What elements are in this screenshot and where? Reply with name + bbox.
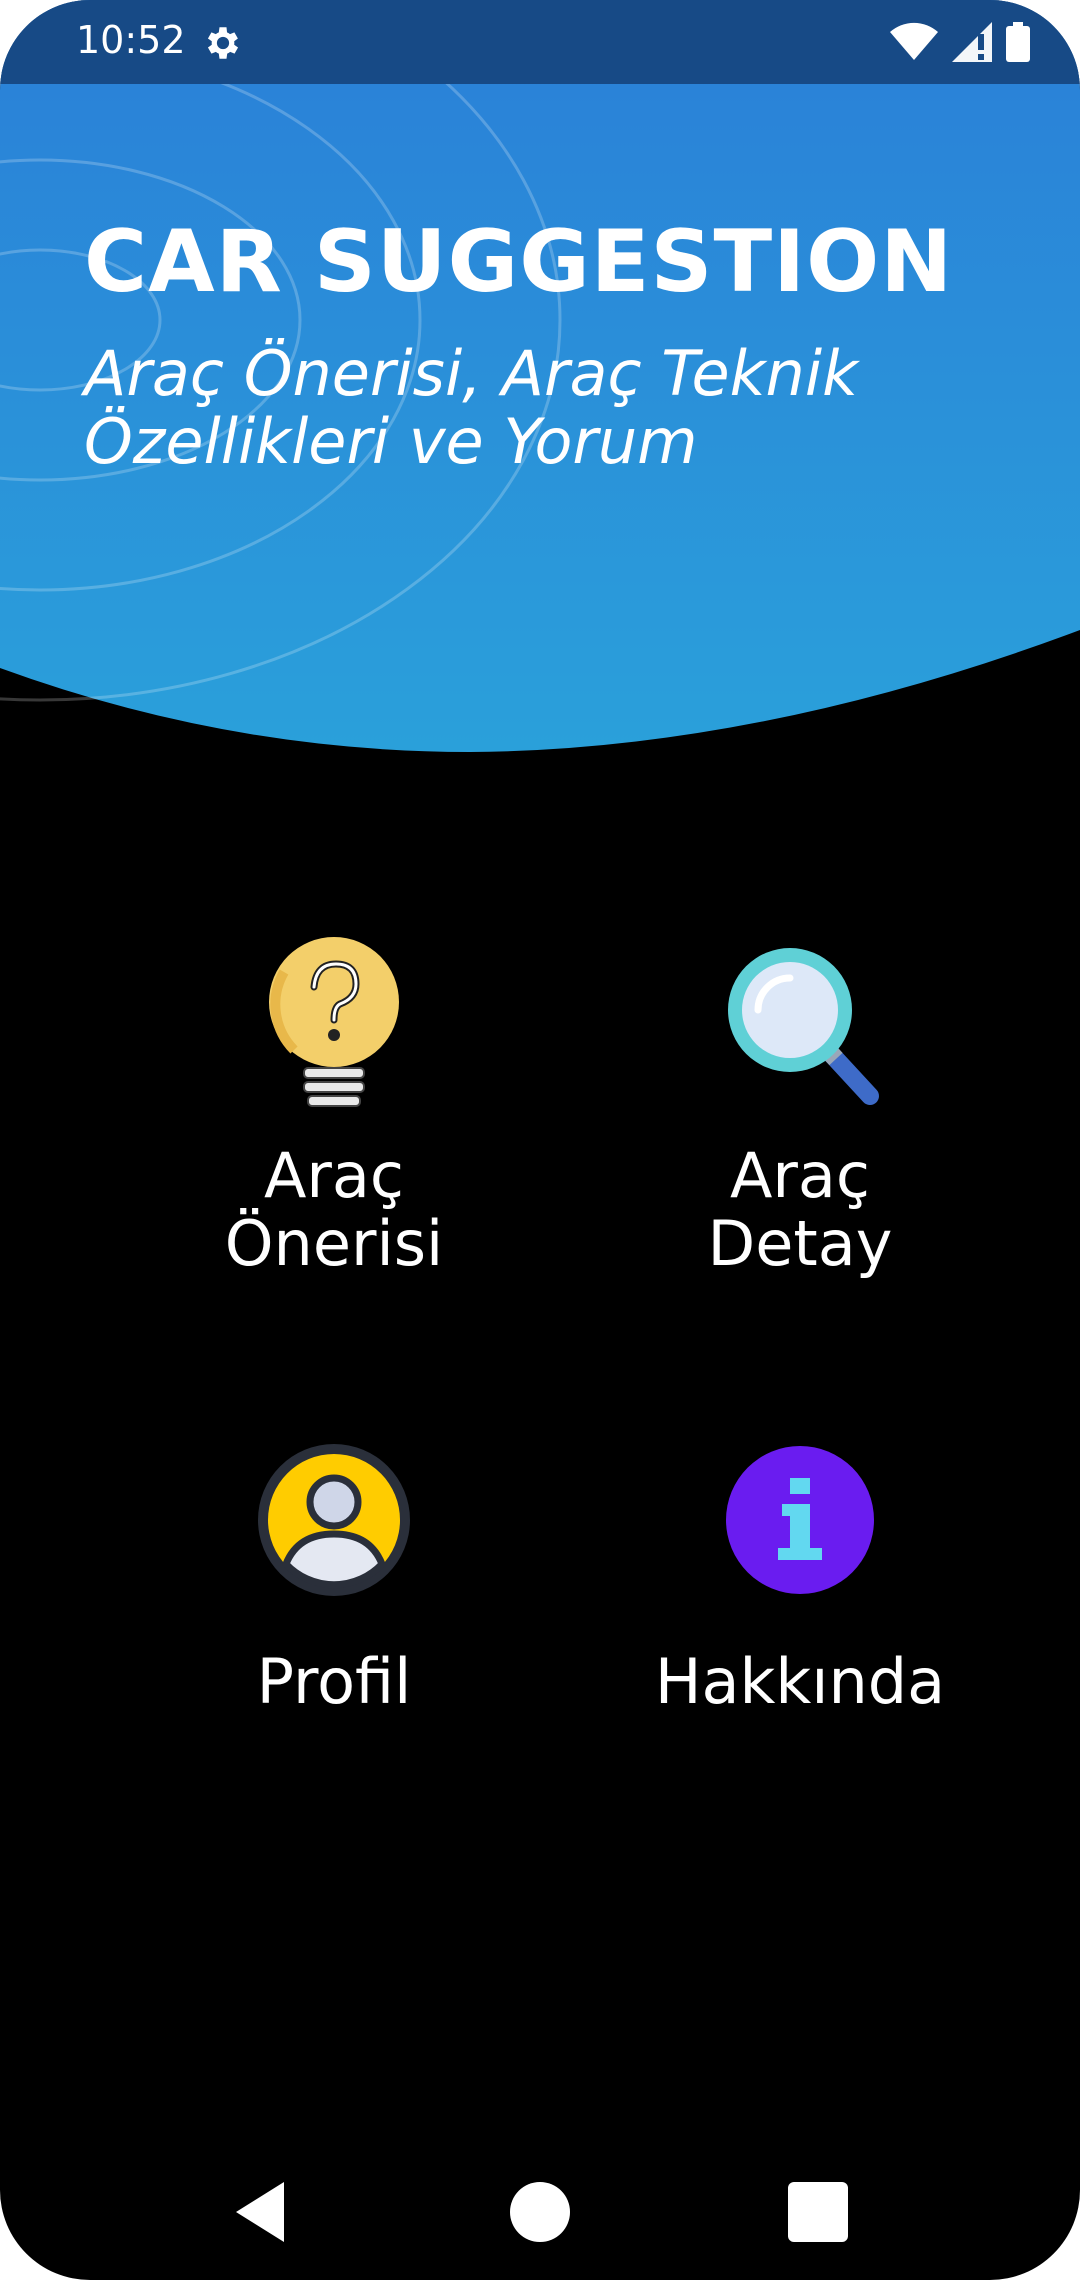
lightbulb-question-icon — [269, 937, 399, 1107]
menu-tile-about[interactable]: Hakkında — [620, 1442, 980, 1716]
label-line: Önerisi — [224, 1207, 444, 1280]
system-icons — [890, 20, 1030, 64]
status-time: 10:52 — [76, 18, 186, 62]
user-profile-icon — [258, 1444, 410, 1596]
battery-icon — [1006, 22, 1030, 62]
home-icon[interactable] — [504, 2176, 576, 2248]
menu-tile-vehicle-detail[interactable]: Araç Detay — [620, 932, 980, 1278]
wifi-icon — [890, 22, 938, 60]
label-line: Profil — [256, 1645, 412, 1718]
label-line: Araç — [730, 1139, 870, 1212]
app-title: CAR SUGGESTION — [84, 212, 954, 312]
menu-tile-vehicle-suggestion[interactable]: Araç Önerisi — [154, 932, 514, 1278]
app-screen: 10:52 CAR SUGGESTION Araç Önerisi, Araç … — [0, 0, 1080, 2280]
menu-label-vehicle-suggestion: Araç Önerisi — [154, 1142, 514, 1278]
menu-label-about: Hakkında — [620, 1648, 980, 1716]
info-icon — [726, 1446, 874, 1594]
menu-tile-profile[interactable]: Profil — [154, 1442, 514, 1716]
menu-label-vehicle-detail: Araç Detay — [620, 1142, 980, 1278]
label-line: Detay — [707, 1207, 893, 1280]
signal-icon — [952, 22, 992, 62]
back-icon[interactable] — [224, 2176, 296, 2248]
menu-label-profile: Profil — [154, 1648, 514, 1716]
magnifier-icon — [728, 948, 879, 1105]
navigation-bar — [0, 2140, 1080, 2280]
app-subtitle: Araç Önerisi, Araç Teknik Özellikleri ve… — [84, 337, 858, 478]
label-line: Hakkında — [654, 1645, 946, 1718]
settings-icon — [207, 27, 239, 59]
status-bar: 10:52 — [0, 0, 1080, 84]
label-line: Araç — [264, 1139, 404, 1212]
recents-icon[interactable] — [782, 2176, 854, 2248]
